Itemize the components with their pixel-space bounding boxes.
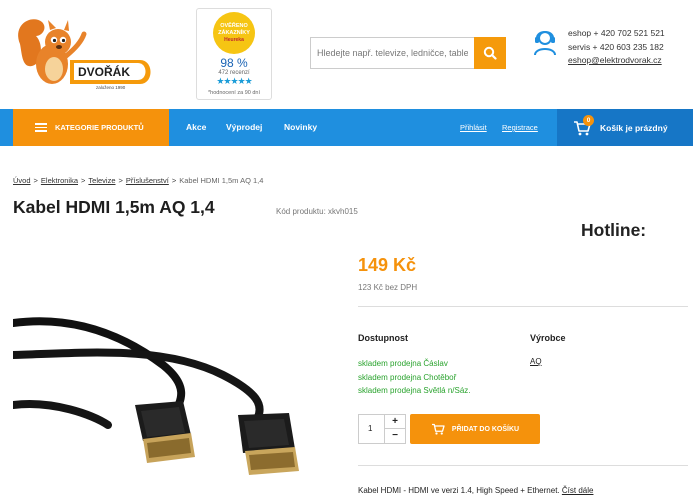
seal-text: OVĚŘENO ZÁKAZNÍKY bbox=[218, 22, 250, 36]
breadcrumb-separator-icon: > bbox=[81, 176, 86, 185]
rating-note: *hodnocení za 90 dní bbox=[208, 90, 260, 96]
svg-text:založeno 1990: založeno 1990 bbox=[96, 85, 126, 90]
svg-text:DVOŘÁK: DVOŘÁK bbox=[78, 64, 130, 79]
divider bbox=[358, 306, 688, 307]
read-more-link[interactable]: Číst dále bbox=[562, 486, 594, 495]
categories-label: KATEGORIE PRODUKTŮ bbox=[55, 123, 144, 132]
hotline-contact: Hotline: eshop + 420 702 521 521 servis … bbox=[568, 27, 665, 238]
rating-percent: 98 % bbox=[220, 56, 248, 70]
stock-item-svetla: skladem prodejna Světlá n/Sáz. bbox=[358, 386, 471, 395]
seal-brand: Heureka bbox=[224, 36, 244, 43]
eshop-phone: eshop + 420 702 521 521 bbox=[568, 28, 665, 38]
manufacturer-link[interactable]: AQ bbox=[530, 357, 542, 366]
stock-list: skladem prodejna Čáslav skladem prodejna… bbox=[358, 357, 471, 398]
description-text: Kabel HDMI - HDMI ve verzi 1.4, High Spe… bbox=[358, 486, 560, 495]
rating-stars-icon: ★★★★★ bbox=[216, 76, 252, 86]
headset-support-icon bbox=[534, 31, 556, 56]
squirrel-logo-icon: DVOŘÁK založeno 1990 bbox=[18, 19, 151, 90]
price-without-vat: 123 Kč bez DPH bbox=[358, 283, 418, 292]
login-link[interactable]: Přihlásit bbox=[460, 109, 487, 146]
cart-icon bbox=[431, 423, 445, 435]
search-icon bbox=[483, 46, 497, 60]
breadcrumb-item-uvod[interactable]: Úvod bbox=[13, 176, 31, 185]
main-nav: KATEGORIE PRODUKTŮ Akce Výprodej Novinky… bbox=[0, 109, 693, 146]
breadcrumb-separator-icon: > bbox=[171, 176, 177, 185]
breadcrumb-item-televize[interactable]: Televize bbox=[88, 176, 115, 185]
stock-item-caslav: skladem prodejna Čáslav bbox=[358, 359, 448, 368]
quantity-increase-button[interactable]: + bbox=[385, 415, 405, 429]
quantity-input[interactable]: 1 bbox=[359, 415, 385, 443]
nav-link-vyprodej[interactable]: Výprodej bbox=[226, 109, 262, 146]
breadcrumb-item-elektronika[interactable]: Elektronika bbox=[41, 176, 78, 185]
add-to-cart-label: PŘIDAT DO KOŠÍKU bbox=[451, 425, 520, 433]
cart-count-badge: 0 bbox=[583, 114, 594, 126]
breadcrumb: Úvod > Elektronika > Televize > Příslušenství >… bbox=[13, 176, 263, 185]
verified-seal: OVĚŘENO ZÁKAZNÍKY Heureka bbox=[213, 12, 255, 54]
breadcrumb-item-prislusenstvi[interactable]: Příslušenství bbox=[126, 176, 169, 185]
search-button[interactable] bbox=[474, 37, 506, 69]
add-to-cart-button[interactable]: PŘIDAT DO KOŠÍKU bbox=[410, 414, 540, 444]
product-description: Kabel HDMI - HDMI ve verzi 1.4, High Spe… bbox=[358, 486, 593, 495]
stock-item-chotebor: skladem prodejna Chotěboř bbox=[358, 372, 457, 382]
breadcrumb-separator-icon: > bbox=[118, 176, 123, 185]
product-code: Kód produktu: xkvh015 bbox=[276, 207, 358, 216]
breadcrumb-current: Kabel HDMI 1,5m AQ 1,4 bbox=[179, 176, 264, 185]
search-bar bbox=[310, 37, 506, 69]
product-price: 149 Kč bbox=[358, 255, 417, 275]
categories-button[interactable]: KATEGORIE PRODUKTŮ bbox=[13, 109, 169, 146]
hotline-title: Hotline: bbox=[581, 220, 647, 240]
servis-phone: servis + 420 603 235 182 bbox=[568, 41, 664, 52]
page-title: Kabel HDMI 1,5m AQ 1,4 bbox=[13, 197, 215, 217]
email-link[interactable]: eshop@elektrodvorak.cz bbox=[568, 54, 665, 68]
header: DVOŘÁK založeno 1990 OVĚŘENO ZÁKAZNÍKY H… bbox=[0, 0, 693, 238]
nav-link-novinky[interactable]: Novinky bbox=[284, 109, 317, 146]
heureka-badge[interactable]: OVĚŘENO ZÁKAZNÍKY Heureka 98 % 472 recen… bbox=[196, 8, 272, 100]
breadcrumb-separator-icon: > bbox=[33, 176, 38, 185]
quantity-stepper: 1 + − bbox=[358, 414, 406, 444]
manufacturer-heading: Výrobce bbox=[530, 333, 566, 343]
product-image[interactable] bbox=[13, 305, 343, 500]
quantity-decrease-button[interactable]: − bbox=[385, 429, 405, 443]
availability-heading: Dostupnost bbox=[358, 333, 408, 343]
search-input[interactable] bbox=[310, 37, 474, 69]
site-logo[interactable]: DVOŘÁK založeno 1990 bbox=[12, 14, 154, 92]
cart-label: Košík je prázdný bbox=[600, 122, 668, 133]
register-link[interactable]: Registrace bbox=[502, 109, 538, 146]
divider bbox=[358, 465, 688, 466]
cart-icon: 0 bbox=[573, 114, 595, 136]
nav-link-akce[interactable]: Akce bbox=[186, 109, 206, 146]
cart-button[interactable]: 0 Košík je prázdný bbox=[557, 109, 693, 146]
menu-icon bbox=[35, 123, 47, 132]
hdmi-cable-image bbox=[13, 317, 299, 475]
